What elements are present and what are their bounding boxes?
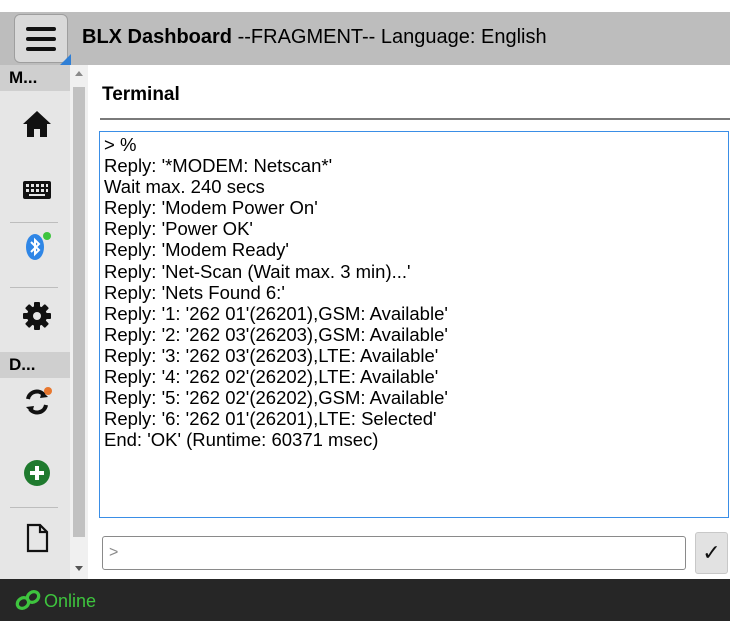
terminal-line: End: 'OK' (Runtime: 60371 msec)	[104, 429, 379, 451]
sync-status-dot	[44, 387, 52, 395]
terminal-line: Reply: '4: '262 02'(26202),LTE: Availabl…	[104, 366, 439, 388]
page-title: Terminal	[102, 84, 180, 105]
terminal-line: Reply: 'Power OK'	[104, 218, 253, 240]
hamburger-icon-bar	[26, 37, 56, 41]
header-bar: BLX Dashboard --FRAGMENT-- Language: Eng…	[0, 12, 730, 65]
terminal-line: Reply: '5: '262 02'(26202),GSM: Availabl…	[104, 387, 448, 409]
header-title: BLX Dashboard --FRAGMENT-- Language: Eng…	[82, 26, 547, 49]
hamburger-icon-bar	[26, 47, 56, 51]
hamburger-icon	[26, 27, 56, 31]
sidebar-scrollbar[interactable]	[70, 65, 88, 579]
menu-button[interactable]	[14, 14, 71, 65]
connection-status: Online	[44, 591, 97, 611]
bluetooth-icon[interactable]	[22, 231, 52, 261]
sidebar-divider	[10, 287, 58, 288]
title-divider	[100, 118, 730, 120]
gear-icon[interactable]	[22, 301, 52, 331]
keyboard-icon[interactable]	[22, 175, 52, 205]
send-button[interactable]: ✓	[695, 532, 728, 574]
terminal-line: Reply: 'Modem Power On'	[104, 197, 318, 219]
terminal-line: Reply: '3: '262 03'(26203),LTE: Availabl…	[104, 344, 439, 366]
status-bar: Online	[0, 579, 730, 621]
command-input[interactable]	[102, 536, 686, 570]
bluetooth-status-dot	[43, 232, 51, 240]
scrollbar-thumb[interactable]	[73, 87, 85, 537]
terminal-line: Reply: 'Net-Scan (Wait max. 3 min)...'	[104, 260, 411, 282]
app-name: BLX Dashboard	[82, 26, 233, 48]
sidebar-divider	[10, 222, 58, 223]
terminal-line: Reply: '1: '262 01'(26201),GSM: Availabl…	[104, 302, 448, 324]
terminal-line: > %	[104, 134, 137, 155]
corner-indicator	[60, 54, 71, 65]
link-icon	[15, 590, 41, 610]
add-circle-icon[interactable]	[22, 458, 52, 488]
terminal-line: Reply: 'Modem Ready'	[104, 239, 289, 261]
terminal-line: Reply: '*MODEM: Netscan*'	[104, 155, 333, 177]
sidebar: M... D...	[0, 65, 70, 579]
sidebar-section-label[interactable]: M...	[0, 65, 70, 91]
scroll-up-arrow-icon[interactable]	[75, 71, 83, 76]
terminal-line: Reply: 'Nets Found 6:'	[104, 281, 285, 303]
terminal-line: Reply: '2: '262 03'(26203),GSM: Availabl…	[104, 323, 448, 345]
sidebar-divider	[10, 507, 58, 508]
terminal-line: Wait max. 240 secs	[104, 176, 265, 198]
sync-icon[interactable]	[22, 387, 52, 417]
file-icon[interactable]	[22, 523, 52, 553]
terminal-output[interactable]: > % Reply: '*MODEM: Netscan*' Wait max. 24…	[99, 131, 729, 518]
scroll-down-arrow-icon[interactable]	[75, 566, 83, 571]
home-icon[interactable]	[22, 109, 52, 139]
header-subtitle: --FRAGMENT-- Language: English	[232, 26, 547, 48]
sidebar-section-label[interactable]: D...	[0, 352, 70, 378]
terminal-line: Reply: '6: '262 01'(26201),LTE: Selected…	[104, 408, 437, 430]
